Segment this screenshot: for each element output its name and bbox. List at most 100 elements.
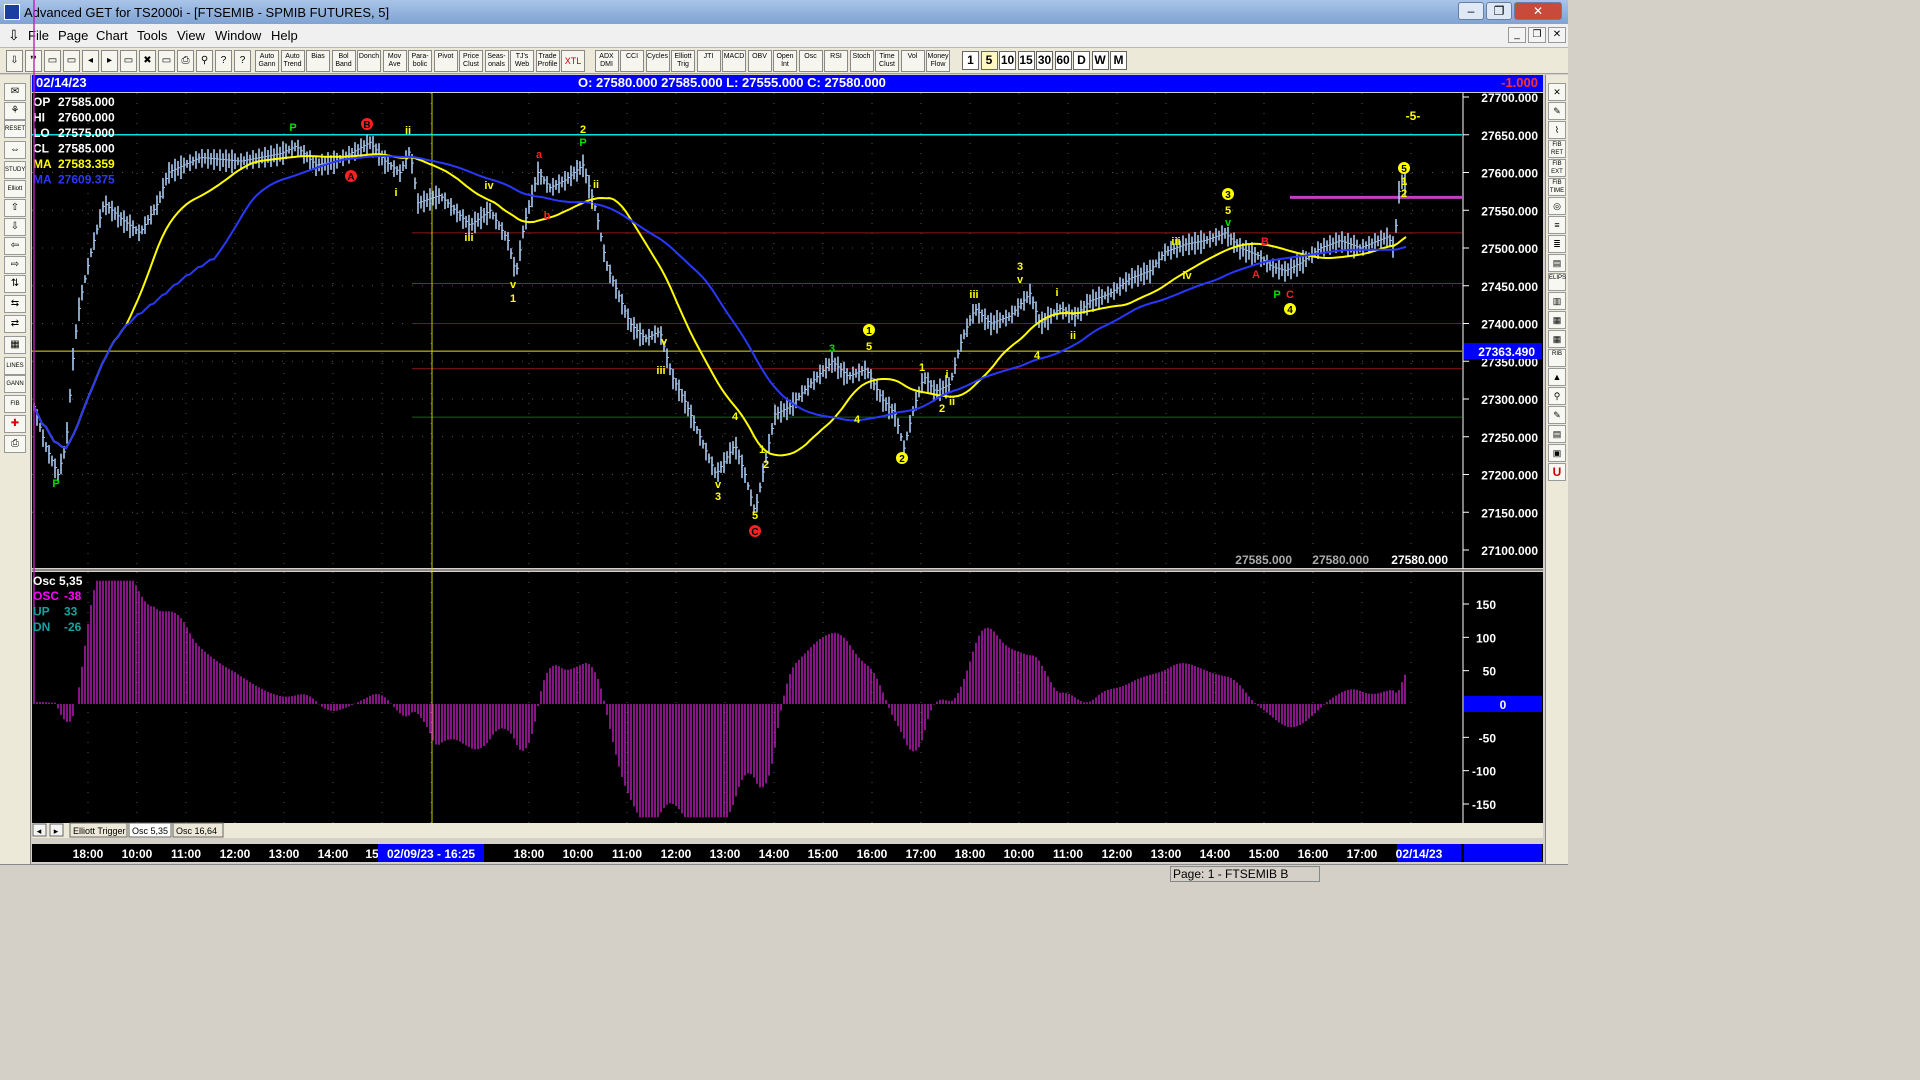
- price-y-label: 27400.000: [1481, 318, 1538, 332]
- bottom-value: 27580.000: [1312, 553, 1369, 567]
- wave-label: 2: [580, 124, 586, 136]
- time-label: 15:00: [1249, 847, 1280, 861]
- price-y-label: 27700.000: [1481, 91, 1538, 105]
- osc-value-up: 33: [64, 605, 78, 619]
- info-value-ma: 27583.359: [58, 157, 115, 171]
- info-label-ma: MA: [33, 173, 52, 187]
- info-label-op: OP: [33, 95, 50, 109]
- time-label: 13:00: [710, 847, 741, 861]
- wave-label: v: [1017, 274, 1024, 286]
- wave-label: b: [544, 210, 551, 222]
- price-y-label: 27650.000: [1481, 129, 1538, 143]
- osc-label-dn: DN: [33, 620, 50, 634]
- time-label: 10:00: [122, 847, 153, 861]
- wave-label: P: [289, 122, 296, 134]
- time-label: 12:00: [661, 847, 692, 861]
- status-page-info: Page: 1 - FTSEMIB B: [1170, 866, 1320, 882]
- tab-strip: [32, 823, 1543, 838]
- wave-label: i: [590, 200, 593, 212]
- wave-label: 4: [854, 414, 861, 426]
- wave-label: v: [661, 336, 668, 348]
- price-y-label: 27300.000: [1481, 393, 1538, 407]
- time-label: 18:00: [514, 847, 545, 861]
- header-date: 02/14/23: [36, 75, 87, 90]
- bottom-value: 27585.000: [1235, 553, 1292, 567]
- wave-label: 2: [899, 454, 905, 465]
- wave-label: C: [751, 527, 758, 538]
- wave-label: A: [1252, 269, 1260, 281]
- wave-label: i: [394, 187, 397, 199]
- wave-label: 5: [866, 341, 872, 353]
- wave-label: i: [945, 369, 948, 381]
- wave-label: 4: [732, 411, 739, 423]
- wave-label: 2: [1401, 188, 1407, 200]
- wave-label: i: [1055, 287, 1058, 299]
- info-label-hi: HI: [33, 111, 45, 125]
- wave-label: 5: [1401, 164, 1407, 175]
- time-label: 17:00: [906, 847, 937, 861]
- wave-label: iv: [484, 180, 494, 192]
- tab-scroll-left-icon: ◂: [37, 826, 42, 836]
- time-label: 16:00: [857, 847, 888, 861]
- price-y-label: 27150.000: [1481, 506, 1538, 520]
- osc-y-label: 150: [1476, 598, 1496, 612]
- wave-label: 1: [1401, 176, 1407, 188]
- osc-value-osc: -38: [64, 589, 82, 603]
- price-y-label: 27500.000: [1481, 242, 1538, 256]
- wave-label: 2: [763, 459, 769, 471]
- tab-scroll-right-icon: ▸: [54, 826, 59, 836]
- info-label-cl: CL: [33, 142, 49, 156]
- price-y-label: 27100.000: [1481, 544, 1538, 558]
- wave-label: 1: [510, 293, 516, 305]
- wave-label: 3: [1225, 190, 1231, 201]
- time-label: 10:00: [1004, 847, 1035, 861]
- price-y-label: 27200.000: [1481, 469, 1538, 483]
- wave-label: B: [1261, 236, 1269, 248]
- time-label: 15:00: [808, 847, 839, 861]
- current-price-label: 27363.490: [1478, 345, 1535, 359]
- time-label: 14:00: [1200, 847, 1231, 861]
- wave-label: iii: [464, 232, 473, 244]
- time-label: 12:00: [1102, 847, 1133, 861]
- price-y-label: 27550.000: [1481, 204, 1538, 218]
- wave-label: 5: [752, 510, 758, 522]
- info-value-ma: 27609.375: [58, 173, 115, 187]
- info-label-lo: LO: [33, 126, 50, 140]
- osc-label-up: UP: [33, 605, 50, 619]
- time-axis-right-box: [1464, 844, 1542, 862]
- wave-label: 1: [919, 362, 925, 374]
- time-label: 11:00: [171, 847, 201, 861]
- wave-label: P: [579, 137, 586, 149]
- info-value-cl: 27585.000: [58, 142, 115, 156]
- wave-label: iii: [969, 289, 978, 301]
- osc-title: Osc 5,35: [33, 574, 83, 588]
- time-label: 11:00: [612, 847, 642, 861]
- bottom-value: 27580.000: [1391, 553, 1448, 567]
- wave-label: 5: [1225, 205, 1231, 217]
- wave-label: iv: [1182, 270, 1192, 282]
- time-label: 18:00: [955, 847, 986, 861]
- header-ohlc: O: 27580.000 27585.000 L: 27555.000 C: 2…: [578, 75, 886, 90]
- wave-label: v: [510, 279, 517, 291]
- wave-label: 3: [1017, 261, 1023, 273]
- time-label: 13:00: [1151, 847, 1182, 861]
- header-change: -1.000: [1501, 75, 1538, 90]
- osc-value-dn: -26: [64, 620, 82, 634]
- time-label: 11:00: [1053, 847, 1083, 861]
- wave-label: 3: [829, 343, 835, 355]
- chart-area: 02/14/23 O: 27580.000 27585.000 L: 27555.…: [0, 0, 1543, 862]
- time-label: 14:00: [318, 847, 349, 861]
- wave-label: iii: [656, 365, 665, 377]
- time-label: 12:00: [220, 847, 251, 861]
- osc-zero-label: 0: [1500, 698, 1507, 712]
- wave-label: A: [347, 172, 354, 183]
- cursor-date-label: 02/09/23 - 16:25: [387, 847, 475, 861]
- wave-label: ii: [405, 125, 411, 137]
- price-y-label: 27450.000: [1481, 280, 1538, 294]
- time-label: 18:00: [73, 847, 104, 861]
- osc-y-label: -150: [1472, 798, 1496, 812]
- info-value-hi: 27600.000: [58, 111, 115, 125]
- osc-label-osc: OSC: [33, 589, 59, 603]
- wave-label: a: [536, 149, 543, 161]
- info-value-op: 27585.000: [58, 95, 115, 109]
